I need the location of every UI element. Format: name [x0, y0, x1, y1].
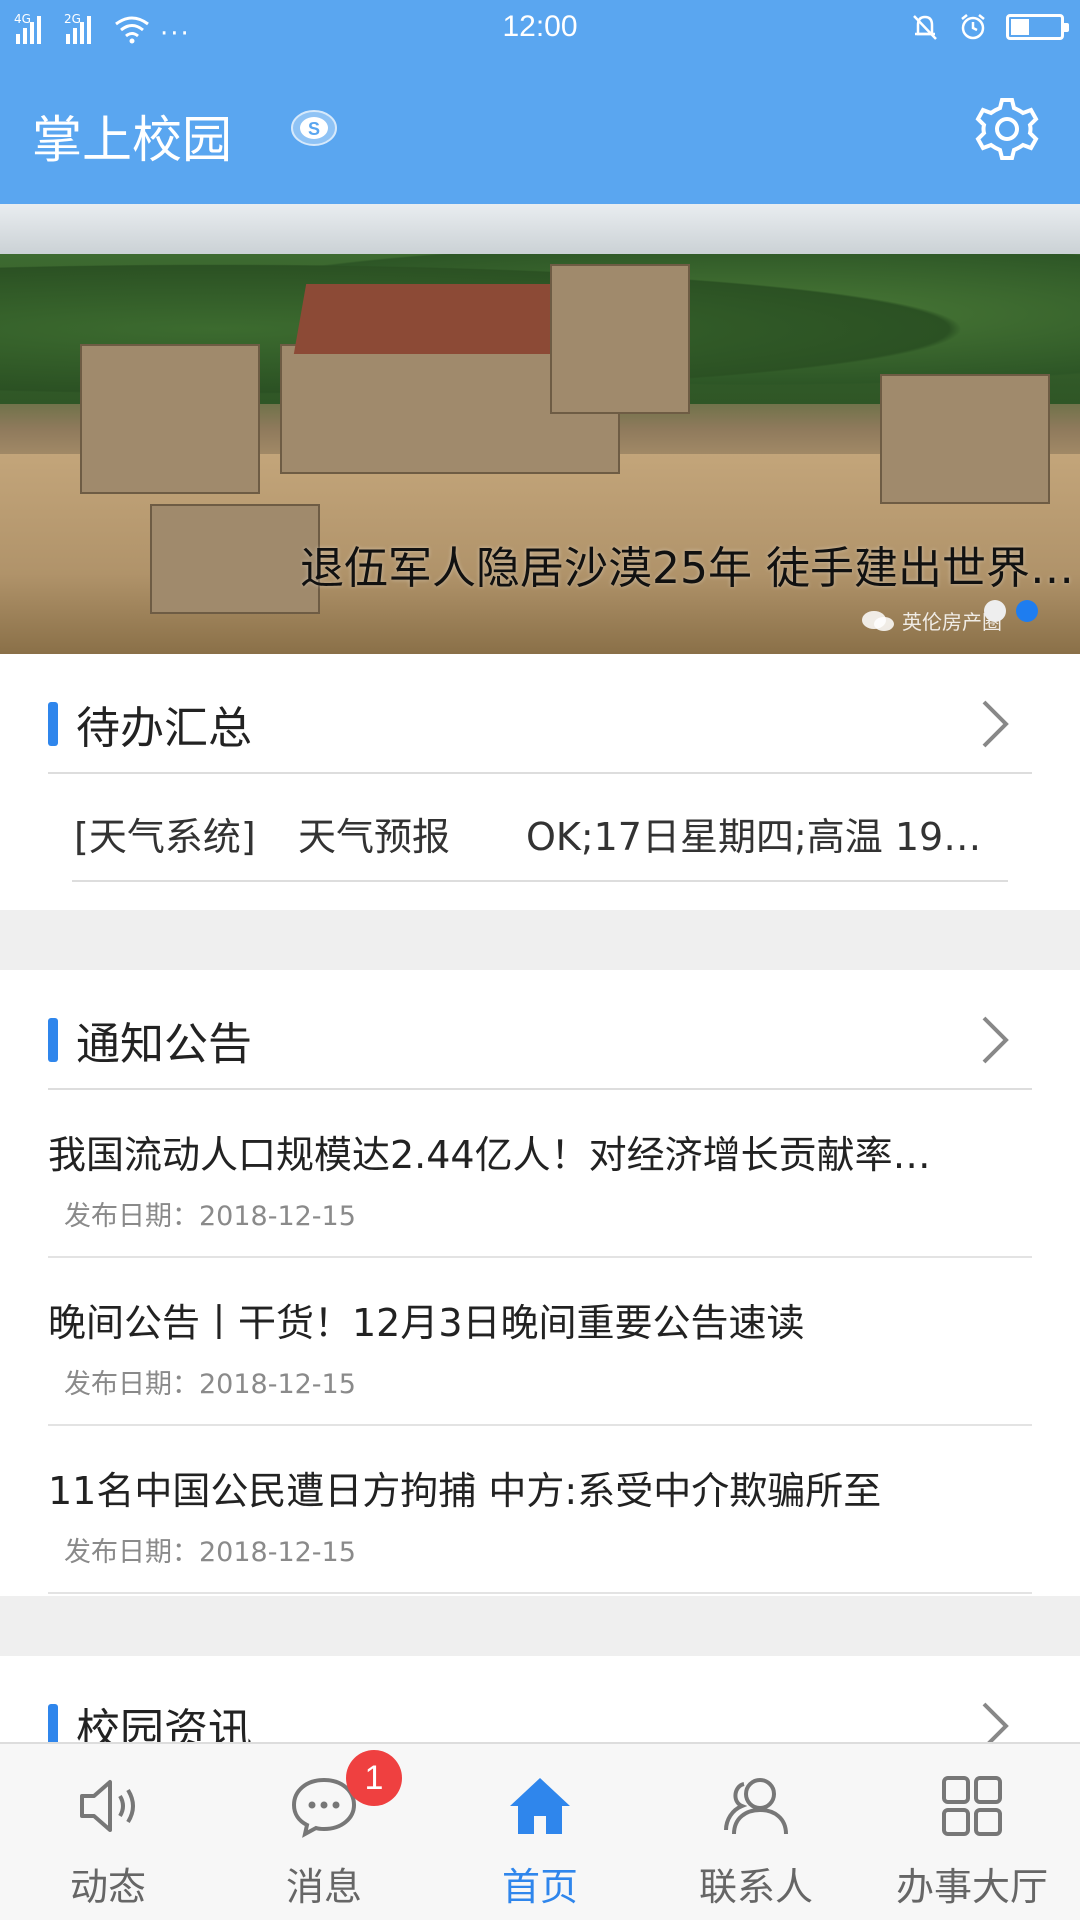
notice-section: 通知公告 我国流动人口规模达2.44亿人！对经济增长贡献率… 发布日期：2018…	[0, 970, 1080, 1596]
chevron-right-icon[interactable]	[980, 1014, 1010, 1066]
speaker-icon	[80, 1780, 135, 1832]
grid-apps-icon	[942, 1776, 1002, 1836]
wechat-icon	[862, 610, 894, 631]
castle-tower-left	[80, 344, 260, 494]
tab-label: 消息	[285, 1865, 362, 1909]
notice-item-date: 发布日期：2018-12-15	[64, 1537, 356, 1568]
list-item[interactable]: 晚间公告丨干货！12月3日晚间重要公告速读 发布日期：2018-12-15	[48, 1258, 1032, 1426]
tab-messages[interactable]: 1 消息	[216, 1744, 432, 1920]
castle-tower-front	[150, 504, 320, 614]
todo-name: 天气预报	[298, 815, 451, 859]
status-right	[910, 12, 1069, 42]
todo-detail: OK;17日星期四;高温 19…	[526, 815, 982, 859]
app-header: 掌上校园 S	[0, 58, 1080, 204]
notice-item-date: 发布日期：2018-12-15	[64, 1201, 356, 1232]
status-bar: 4G 2G ··· 12:00	[0, 0, 1080, 58]
svg-text:S: S	[308, 119, 320, 139]
notice-item-date: 发布日期：2018-12-15	[64, 1369, 356, 1400]
s-logo-icon: S	[291, 110, 337, 146]
app-title: 掌上校园	[32, 111, 232, 169]
banner-caption: 退伍军人隐居沙漠25年 徒手建出世界奇观	[300, 543, 1080, 594]
tab-label: 联系人	[698, 1865, 813, 1909]
alarm-icon	[961, 14, 985, 40]
notice-item-title: 11名中国公民遭日方拘捕 中方:系受中介欺骗所至	[48, 1469, 882, 1513]
notice-item-title: 晚间公告丨干货！12月3日晚间重要公告速读	[48, 1301, 805, 1345]
gear-icon[interactable]	[974, 96, 1040, 162]
list-item[interactable]: 11名中国公民遭日方拘捕 中方:系受中介欺骗所至 发布日期：2018-12-15	[48, 1426, 1032, 1594]
unread-badge: 1	[346, 1750, 402, 1806]
banner-watermark: 英伦房产圈	[860, 606, 1002, 635]
list-item[interactable]: 我国流动人口规模达2.44亿人！对经济增长贡献率… 发布日期：2018-12-1…	[48, 1090, 1032, 1258]
tab-label: 首页	[501, 1865, 578, 1909]
tab-label: 动态	[69, 1865, 146, 1909]
tab-service-hall[interactable]: 办事大厅	[864, 1744, 1080, 1920]
chevron-right-icon[interactable]	[980, 698, 1010, 750]
silent-bell-icon	[913, 15, 937, 40]
todo-section: 待办汇总 [天气系统] 天气预报 OK;17日星期四;高温 19…	[0, 654, 1080, 910]
battery-icon	[1006, 14, 1069, 40]
section-accent-bar	[48, 702, 58, 746]
bottom-tab-bar: 动态 1 消息 首页 联系人 办事大厅	[0, 1742, 1080, 1920]
tab-label: 办事大厅	[895, 1865, 1048, 1909]
banner-carousel[interactable]: 退伍军人隐居沙漠25年 徒手建出世界奇观 英伦房产圈	[0, 204, 1080, 654]
tab-dynamics[interactable]: 动态	[0, 1744, 216, 1920]
tab-contacts[interactable]: 联系人	[648, 1744, 864, 1920]
section-accent-bar	[48, 1018, 58, 1062]
tab-home[interactable]: 首页	[432, 1744, 648, 1920]
notice-item-title: 我国流动人口规模达2.44亿人！对经济增长贡献率…	[48, 1133, 931, 1177]
notice-header[interactable]: 通知公告	[48, 970, 1032, 1090]
home-icon	[510, 1778, 570, 1834]
notice-title: 通知公告	[76, 1019, 252, 1070]
todo-source: [天气系统]	[74, 815, 256, 859]
todo-header[interactable]: 待办汇总	[48, 654, 1032, 774]
contacts-icon	[724, 1778, 788, 1835]
carousel-pager	[984, 600, 1038, 622]
castle-keep	[550, 264, 690, 414]
pager-dot-active[interactable]	[1016, 600, 1038, 622]
todo-item[interactable]: [天气系统] 天气预报 OK;17日星期四;高温 19…	[72, 774, 1008, 882]
castle-tower-right	[880, 374, 1050, 504]
todo-title: 待办汇总	[76, 703, 252, 754]
pager-dot[interactable]	[984, 600, 1006, 622]
